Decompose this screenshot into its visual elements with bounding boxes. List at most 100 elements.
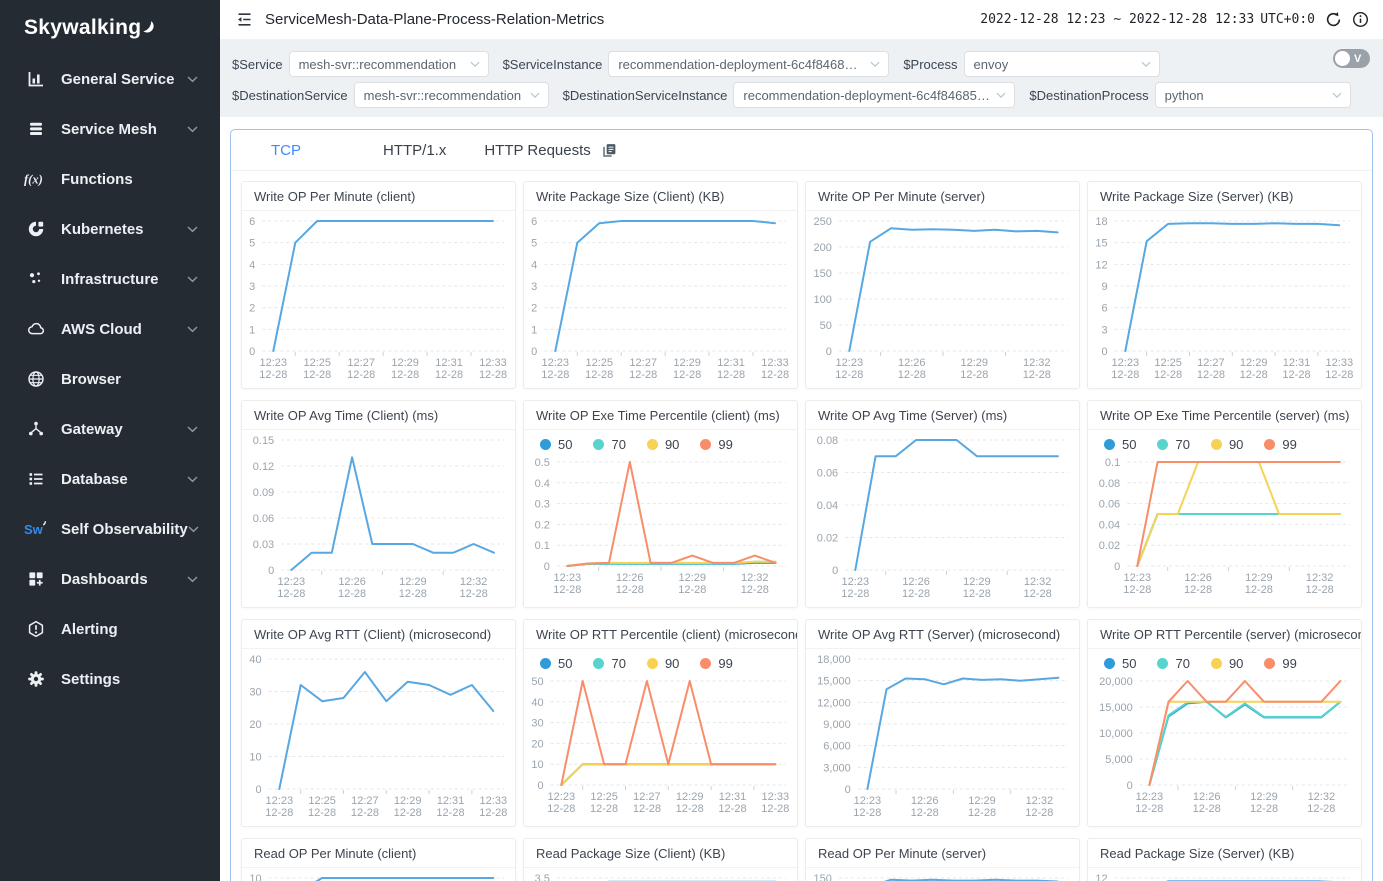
chart-title: Write OP RTT Percentile (server) (micros…: [1088, 620, 1361, 649]
legend-dot-icon: [700, 658, 711, 669]
version-toggle[interactable]: V: [1333, 49, 1370, 68]
sidebar-item-label: Kubernetes: [61, 221, 144, 238]
chart-card-write-op-avg-rtt-server-microsecond: Write OP Avg RTT (Server) (microsecond) …: [805, 619, 1080, 827]
legend-item-p90[interactable]: 90: [1211, 656, 1243, 671]
time-range[interactable]: 2022-12-28 12:23 ~ 2022-12-28 12:33: [980, 12, 1254, 27]
legend-item-p70[interactable]: 70: [593, 437, 625, 452]
chart-canvas[interactable]: 00.030.060.090.120.1512:2312-2812:2612-2…: [242, 430, 515, 602]
svg-text:0.06: 0.06: [1099, 499, 1120, 511]
chart-canvas[interactable]: 024681012:2312-2812:2512-2812:2712-2812:…: [242, 868, 515, 881]
legend-dot-icon: [647, 658, 658, 669]
svg-text:12:23: 12:23: [260, 357, 288, 369]
svg-text:12-28: 12-28: [436, 807, 464, 819]
svg-text:5: 5: [531, 238, 537, 250]
chart-canvas[interactable]: 0102030405012:2312-2812:2512-2812:2712-2…: [524, 671, 797, 817]
legend-item-p50[interactable]: 50: [540, 656, 572, 671]
svg-text:12:31: 12:31: [1283, 357, 1311, 369]
legend-item-p99[interactable]: 99: [700, 656, 732, 671]
svg-text:12-28: 12-28: [717, 369, 745, 381]
chart-canvas[interactable]: 01020304012:2312-2812:2512-2812:2712-281…: [242, 649, 515, 821]
legend-item-p70[interactable]: 70: [593, 656, 625, 671]
info-icon[interactable]: [1352, 11, 1369, 28]
legend-item-p90[interactable]: 90: [647, 437, 679, 452]
legend-item-p90[interactable]: 90: [647, 656, 679, 671]
svg-text:12: 12: [1095, 259, 1107, 271]
sidebar: Skywalking General Service Service Mesh …: [0, 0, 220, 881]
select-process[interactable]: envoy: [964, 51, 1160, 77]
sidebar-item-functions[interactable]: f(x) Functions: [0, 154, 220, 204]
sidebar-item-browser[interactable]: Browser: [0, 354, 220, 404]
chart-canvas[interactable]: 012345612:2312-2812:2512-2812:2712-2812:…: [524, 211, 797, 383]
chart-canvas[interactable]: 03,0006,0009,00012,00015,00018,00012:231…: [806, 649, 1079, 821]
legend-item-p50[interactable]: 50: [540, 437, 572, 452]
refresh-icon[interactable]: [1325, 11, 1342, 28]
tab-http-1-x[interactable]: HTTP/1.x: [383, 142, 446, 159]
app-logo: Skywalking: [0, 0, 220, 46]
select-service[interactable]: mesh-svr::recommendation: [289, 51, 489, 77]
chart-canvas[interactable]: 00.020.040.060.0812:2312-2812:2612-2812:…: [806, 430, 1079, 602]
chart-canvas[interactable]: 012345612:2312-2812:2512-2812:2712-2812:…: [242, 211, 515, 383]
legend-item-p70[interactable]: 70: [1157, 656, 1189, 671]
tab-http-requests[interactable]: HTTP Requests: [484, 142, 590, 159]
select-destinationserviceinstance[interactable]: recommendation-deployment-6c4f846859-l8r…: [733, 82, 1015, 108]
sidebar-item-self-observability[interactable]: Sw Self Observability: [0, 504, 220, 554]
sidebar-item-label: Browser: [61, 371, 121, 388]
sidebar-item-gateway[interactable]: Gateway: [0, 404, 220, 454]
svg-text:12-28: 12-28: [351, 807, 379, 819]
select-serviceinstance[interactable]: recommendation-deployment-6c4f846859-l8r…: [608, 51, 889, 77]
legend-item-p99[interactable]: 99: [1264, 437, 1296, 452]
sidebar-nav: General Service Service Mesh f(x) Functi…: [0, 54, 220, 704]
svg-text:5: 5: [249, 238, 255, 250]
tab-tcp[interactable]: TCP: [271, 142, 301, 159]
chart-canvas[interactable]: 00.10.20.30.40.512:2312-2812:2612-2812:2…: [524, 452, 797, 598]
filter-select-value: mesh-svr::recommendation: [364, 88, 522, 103]
chart-canvas[interactable]: 00.020.040.060.080.112:2312-2812:2612-28…: [1088, 452, 1361, 598]
svg-text:12:29: 12:29: [399, 576, 427, 588]
chart-canvas[interactable]: 036912151812:2312-2812:2512-2812:2712-28…: [1088, 211, 1361, 383]
select-destinationprocess[interactable]: python: [1155, 82, 1351, 108]
sidebar-item-database[interactable]: Database: [0, 454, 220, 504]
copy-icon[interactable]: [601, 142, 618, 159]
sidebar-item-aws-cloud[interactable]: AWS Cloud: [0, 304, 220, 354]
chart-canvas[interactable]: 05,00010,00015,00020,00012:2312-2812:261…: [1088, 671, 1361, 817]
sidebar-item-alerting[interactable]: Alerting: [0, 604, 220, 654]
select-destinationservice[interactable]: mesh-svr::recommendation: [354, 82, 549, 108]
svg-text:12-28: 12-28: [741, 584, 769, 596]
sidebar-item-general-service[interactable]: General Service: [0, 54, 220, 104]
svg-text:3: 3: [531, 281, 537, 293]
sidebar-item-dashboards[interactable]: Dashboards: [0, 554, 220, 604]
svg-text:12-28: 12-28: [399, 588, 427, 600]
chart-title: Write OP Avg Time (Client) (ms): [242, 401, 515, 430]
svg-text:150: 150: [814, 268, 832, 280]
chart-canvas[interactable]: 02468101212:2312-2812:2512-2812:2712-281…: [1088, 868, 1361, 881]
svg-text:12-28: 12-28: [541, 369, 569, 381]
svg-text:0.03: 0.03: [253, 539, 274, 551]
legend-item-p50[interactable]: 50: [1104, 437, 1136, 452]
chart-canvas[interactable]: 00.511.522.533.512:2312-2812:2512-2812:2…: [524, 868, 797, 881]
chart-card-write-op-exe-time-percentile-client-ms: Write OP Exe Time Percentile (client) (m…: [523, 400, 798, 608]
chart-canvas[interactable]: 05010015020025012:2312-2812:2612-2812:29…: [806, 211, 1079, 383]
filter-label: $DestinationProcess: [1029, 88, 1148, 103]
chart-title: Write OP Per Minute (client): [242, 182, 515, 211]
legend-item-p70[interactable]: 70: [1157, 437, 1189, 452]
chart-canvas[interactable]: 030609012015012:2312-2812:2612-2812:2912…: [806, 868, 1079, 881]
chart-card-read-op-per-minute-client: Read OP Per Minute (client) 024681012:23…: [241, 838, 516, 881]
globe-icon: [24, 370, 48, 388]
sidebar-item-settings[interactable]: Settings: [0, 654, 220, 704]
svg-text:12:25: 12:25: [585, 357, 613, 369]
svg-text:0.12: 0.12: [253, 461, 274, 473]
legend-item-p99[interactable]: 99: [1264, 656, 1296, 671]
svg-text:5,000: 5,000: [1105, 754, 1133, 766]
sidebar-item-infrastructure[interactable]: Infrastructure: [0, 254, 220, 304]
chevron-down-icon: [187, 126, 198, 133]
outdent-icon[interactable]: [236, 11, 253, 28]
svg-text:50: 50: [820, 320, 832, 332]
chart-title: Write Package Size (Client) (KB): [524, 182, 797, 211]
legend-item-p90[interactable]: 90: [1211, 437, 1243, 452]
legend-dot-icon: [647, 439, 658, 450]
sidebar-item-service-mesh[interactable]: Service Mesh: [0, 104, 220, 154]
sidebar-item-kubernetes[interactable]: Kubernetes: [0, 204, 220, 254]
legend-item-p50[interactable]: 50: [1104, 656, 1136, 671]
sidebar-item-label: Infrastructure: [61, 271, 159, 288]
legend-item-p99[interactable]: 99: [700, 437, 732, 452]
